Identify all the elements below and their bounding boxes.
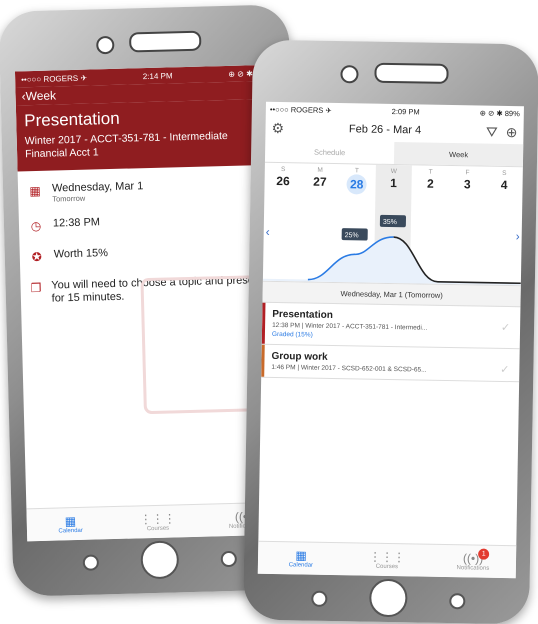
event-title: Presentation xyxy=(24,108,120,131)
tab-label: Calendar xyxy=(288,562,314,569)
event-meta: 1:46 PM | Winter 2017 - SCSD-652-001 & S… xyxy=(271,363,427,374)
tab-label: Calendar xyxy=(58,527,83,535)
event-grade: Graded (15%) xyxy=(271,330,313,339)
tab-label: Courses xyxy=(146,525,170,533)
checkmark-icon[interactable]: ✓ xyxy=(500,363,509,376)
nav-icons: ⛛ ⊕ xyxy=(486,123,518,141)
calendar-icon: ▦ xyxy=(295,548,307,563)
calendar-icon: ▦ xyxy=(29,183,41,199)
day-letter: W xyxy=(390,167,397,176)
add-icon[interactable]: ⊕ xyxy=(506,123,518,140)
tab-bar: ▦ Calendar ⋮⋮⋮ Courses ((•)) 1 Notificati… xyxy=(257,540,517,579)
checkmark-icon[interactable]: ✓ xyxy=(501,321,510,334)
menu-hardware-button[interactable] xyxy=(220,550,238,568)
right-screen: ••○○○ ROGERS ✈ 2:09 PM ⊕ ⊘ ✱ 89% ⚙ Feb 2… xyxy=(257,101,524,579)
note-icon: ❐ xyxy=(30,280,42,296)
status-right: ⊕ ⊘ ✱ 89% xyxy=(479,108,520,118)
back-button[interactable]: ‹Week xyxy=(21,88,56,103)
home-button[interactable] xyxy=(369,578,408,618)
menu-hardware-button[interactable] xyxy=(449,593,466,610)
status-time: 2:09 PM xyxy=(391,106,420,116)
day-number: 3 xyxy=(463,177,471,192)
back-hardware-button[interactable] xyxy=(311,590,328,607)
workload-graph: 25% 35% xyxy=(262,214,521,286)
segment-week[interactable]: Week xyxy=(393,142,524,167)
day-number: 1 xyxy=(390,175,398,191)
award-icon: ✪ xyxy=(31,249,43,265)
time-text: 12:38 PM xyxy=(52,216,101,230)
list-item[interactable]: Presentation 12:38 PM | Winter 2017 - AC… xyxy=(261,302,521,350)
tab-calendar[interactable]: ▦ Calendar xyxy=(26,507,114,541)
speaker-icon xyxy=(374,62,449,84)
event-color-bar xyxy=(261,344,265,377)
day-number: 27 xyxy=(313,174,327,189)
week-strip: S 26 M 27 T 28 W1 T2 F3 S4 25% 35% ‹ › xyxy=(262,162,523,287)
home-button[interactable] xyxy=(140,540,180,580)
tab-courses[interactable]: ⋮⋮⋮ Courses xyxy=(114,505,202,539)
carrier: ••○○○ ROGERS ✈ xyxy=(269,104,332,115)
broadcast-icon: ((•)) 1 xyxy=(463,548,490,566)
worth-text: Worth 15% xyxy=(53,247,109,261)
chevron-left-icon[interactable]: ‹ xyxy=(266,225,270,239)
watermark-icon xyxy=(140,275,260,415)
grid-icon: ⋮⋮⋮ xyxy=(139,511,176,527)
speaker-icon xyxy=(128,30,202,53)
day-number: 4 xyxy=(500,177,508,193)
day-letter: F xyxy=(465,169,470,177)
day-number: 28 xyxy=(346,174,367,195)
day-number: 26 xyxy=(276,173,290,189)
camera-icon xyxy=(340,65,359,84)
status-time: 2:14 PM xyxy=(142,70,173,81)
filter-icon[interactable]: ⛛ xyxy=(486,123,498,140)
event-header: Presentation Winter 2017 - ACCT-351-781 … xyxy=(15,98,280,172)
event-color-bar xyxy=(261,302,266,344)
carrier: ••○○○ ROGERS ✈ xyxy=(21,73,88,84)
notification-badge: 1 xyxy=(478,548,490,560)
day-letter: M xyxy=(317,166,323,174)
graph-label-35: 35% xyxy=(383,219,397,226)
settings-gear-icon[interactable]: ⚙ xyxy=(271,119,284,136)
camera-icon xyxy=(96,35,115,55)
back-hardware-button[interactable] xyxy=(82,554,100,571)
grid-icon: ⋮⋮⋮ xyxy=(368,549,406,565)
tab-calendar[interactable]: ▦ Calendar xyxy=(258,542,345,575)
tab-label: Notifications xyxy=(456,565,490,572)
day-number: 2 xyxy=(426,176,434,191)
day-letter: S xyxy=(281,166,286,174)
tab-label: Courses xyxy=(375,563,399,571)
day-letter: T xyxy=(428,168,433,176)
clock-icon: ◷ xyxy=(30,218,42,234)
chevron-right-icon[interactable]: › xyxy=(516,229,520,243)
date-text: Wednesday, Mar 1 xyxy=(51,180,144,195)
graph-label-25: 25% xyxy=(345,232,359,239)
list-item[interactable]: Group work 1:46 PM | Winter 2017 - SCSD-… xyxy=(261,344,520,383)
date-range: Feb 26 - Mar 4 xyxy=(348,123,422,137)
right-phone: ••○○○ ROGERS ✈ 2:09 PM ⊕ ⊘ ✱ 89% ⚙ Feb 2… xyxy=(242,39,538,624)
segment-schedule[interactable]: Schedule xyxy=(265,140,394,164)
event-subtitle: Winter 2017 - ACCT-351-781 - Intermediat… xyxy=(24,129,228,161)
calendar-icon: ▦ xyxy=(64,514,77,529)
workload-curve-fill xyxy=(262,237,521,286)
tab-notifications[interactable]: ((•)) 1 Notifications xyxy=(430,545,517,578)
day-letter: S xyxy=(502,169,507,177)
tab-courses[interactable]: ⋮⋮⋮ Courses xyxy=(344,543,431,576)
